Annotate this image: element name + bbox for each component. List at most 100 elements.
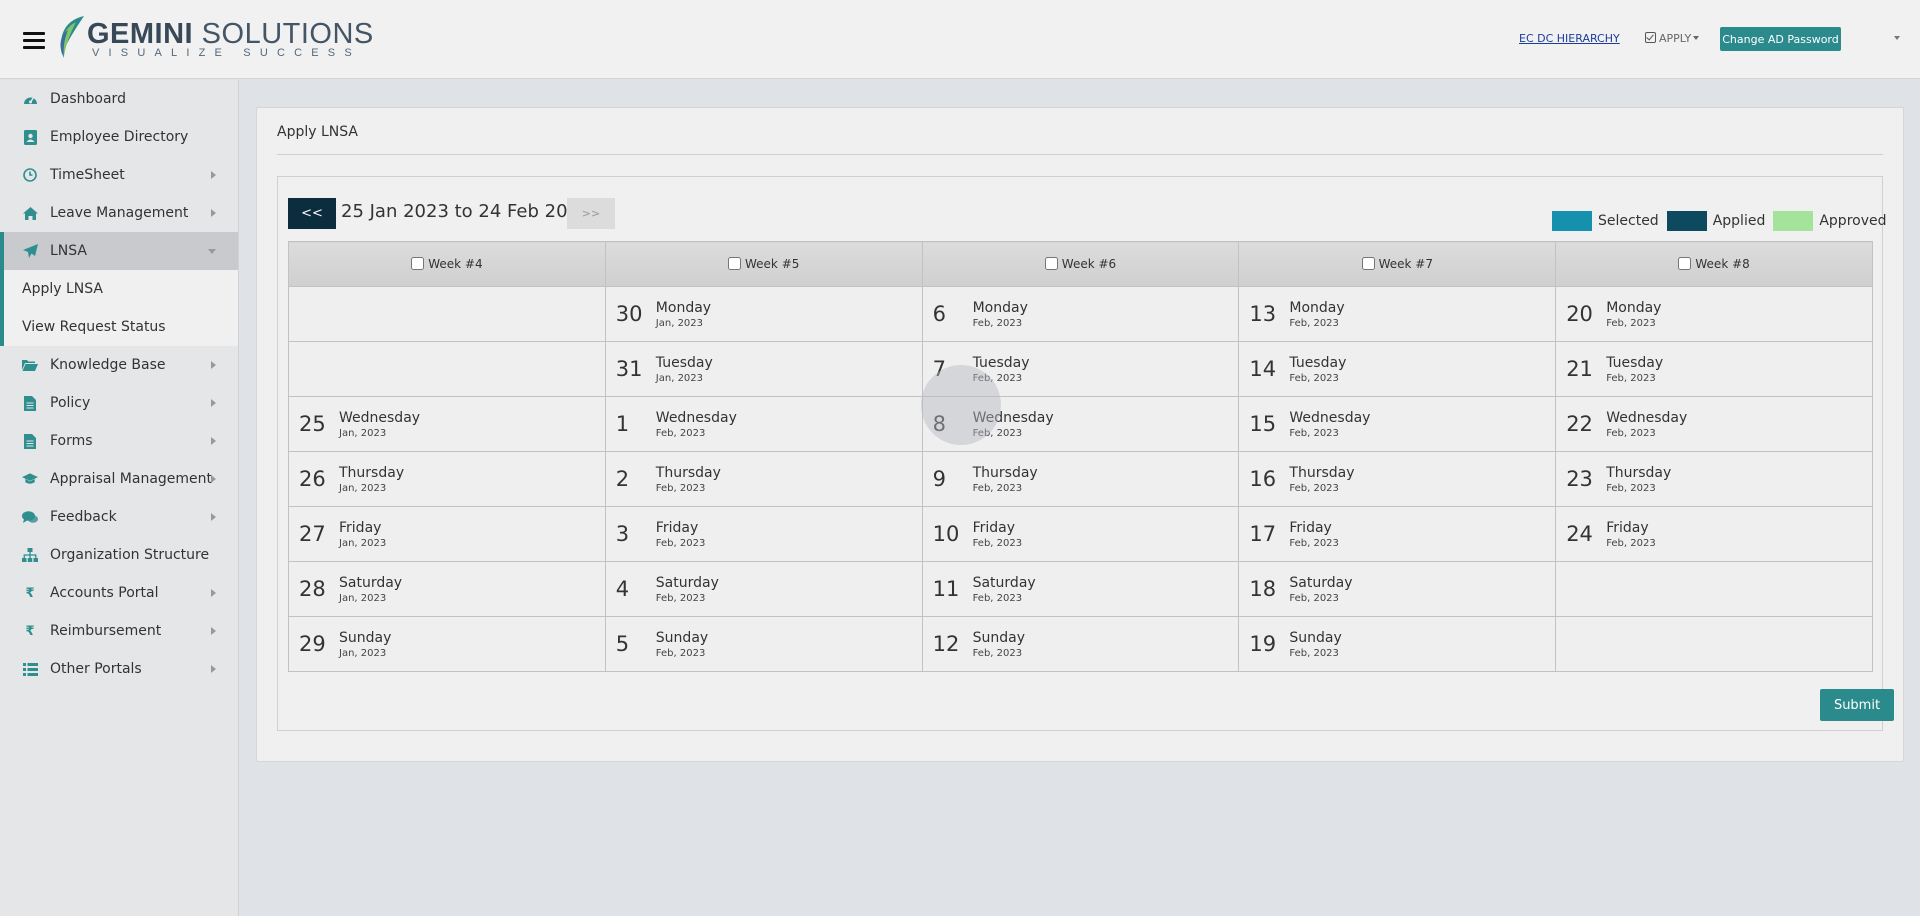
next-period-button[interactable]: >> xyxy=(567,198,615,229)
day-cell[interactable]: 14 Tuesday Feb, 2023 xyxy=(1238,341,1557,397)
date-range: 25 Jan 2023 to 24 Feb 2023 xyxy=(341,201,591,222)
day-cell[interactable]: 19 Sunday Feb, 2023 xyxy=(1238,616,1557,672)
day-number: 31 xyxy=(615,357,643,381)
day-cell[interactable]: 25 Wednesday Jan, 2023 xyxy=(288,396,606,452)
month-year: Feb, 2023 xyxy=(1606,317,1656,329)
apply-dropdown[interactable]: APPLY xyxy=(1645,31,1700,45)
sidebar-item-reimbursement[interactable]: ₹ Reimbursement xyxy=(0,612,238,650)
sidebar-item-policy[interactable]: Policy xyxy=(0,384,238,422)
day-cell[interactable]: 26 Thursday Jan, 2023 xyxy=(288,451,606,507)
hamburger-menu-icon[interactable] xyxy=(23,32,45,50)
day-cell[interactable]: 30 Monday Jan, 2023 xyxy=(604,286,923,342)
day-cell[interactable]: 9 Thursday Feb, 2023 xyxy=(921,451,1240,507)
day-cell-content: 1 Wednesday Feb, 2023 xyxy=(606,410,922,439)
sidebar-item-accounts-portal[interactable]: ₹ Accounts Portal xyxy=(0,574,238,612)
day-cell[interactable]: 16 Thursday Feb, 2023 xyxy=(1238,451,1557,507)
day-cell[interactable]: 23 Thursday Feb, 2023 xyxy=(1555,451,1873,507)
day-cell[interactable]: 11 Saturday Feb, 2023 xyxy=(921,561,1240,617)
week-select-checkbox[interactable] xyxy=(1361,257,1375,270)
calendar-row: 31 Tuesday Jan, 2023 7 Tuesday Feb, 2023 14 Tue… xyxy=(288,341,1873,397)
month-year: Feb, 2023 xyxy=(972,647,1023,659)
empty-cell xyxy=(1555,561,1873,617)
day-cell-content: 31 Tuesday Jan, 2023 xyxy=(606,355,922,384)
weekday-name: Wednesday xyxy=(1606,409,1688,426)
month-year: Feb, 2023 xyxy=(972,317,1023,329)
weekday-name: Friday xyxy=(1289,519,1332,536)
day-cell[interactable]: 29 Sunday Jan, 2023 xyxy=(288,616,606,672)
sidebar-item-other-portals[interactable]: Other Portals xyxy=(0,650,238,688)
sidebar-item-feedback[interactable]: Feedback xyxy=(0,498,238,536)
day-cell[interactable]: 28 Saturday Jan, 2023 xyxy=(288,561,606,617)
day-cell[interactable]: 20 Monday Feb, 2023 xyxy=(1555,286,1873,342)
day-cell[interactable]: 24 Friday Feb, 2023 xyxy=(1555,506,1873,562)
sidebar-subitem-apply-lnsa[interactable]: Apply LNSA xyxy=(0,270,238,308)
day-cell-content: 10 Friday Feb, 2023 xyxy=(923,520,1239,549)
month-year: Feb, 2023 xyxy=(972,482,1023,494)
day-cell-content: 6 Monday Feb, 2023 xyxy=(923,300,1239,329)
day-cell[interactable]: 4 Saturday Feb, 2023 xyxy=(604,561,923,617)
day-cell[interactable]: 22 Wednesday Feb, 2023 xyxy=(1555,396,1873,452)
top-bar: GEMINI SOLUTIONS VISUALIZE SUCCESS EC DC… xyxy=(0,0,1920,79)
month-year: Feb, 2023 xyxy=(655,647,706,659)
day-cell[interactable]: 10 Friday Feb, 2023 xyxy=(921,506,1240,562)
sidebar-item-knowledge-base[interactable]: Knowledge Base xyxy=(0,346,238,384)
day-cell-content: 18 Saturday Feb, 2023 xyxy=(1239,575,1555,604)
day-number: 22 xyxy=(1566,412,1593,436)
day-cell[interactable]: 15 Wednesday Feb, 2023 xyxy=(1238,396,1557,452)
week-select-checkbox[interactable] xyxy=(728,257,741,270)
change-ad-password-button[interactable]: Change AD Password xyxy=(1720,27,1841,51)
day-cell[interactable]: 5 Sunday Feb, 2023 xyxy=(604,616,923,672)
day-number: 25 xyxy=(299,412,326,436)
week-select-checkbox[interactable] xyxy=(1044,257,1058,270)
gemini-logo[interactable]: GEMINI SOLUTIONS VISUALIZE SUCCESS xyxy=(54,14,380,60)
leaf-logo-icon xyxy=(60,16,84,58)
day-cell[interactable]: 1 Wednesday Feb, 2023 xyxy=(604,396,923,452)
day-cell-content: 9 Thursday Feb, 2023 xyxy=(923,465,1239,494)
day-info: Saturday Feb, 2023 xyxy=(973,575,1036,604)
submit-button[interactable]: Submit xyxy=(1820,689,1894,721)
day-cell[interactable]: 31 Tuesday Jan, 2023 xyxy=(604,341,923,397)
month-year: Feb, 2023 xyxy=(1289,537,1339,549)
rupee-icon: ₹ xyxy=(25,623,35,639)
day-cell[interactable]: 2 Thursday Feb, 2023 xyxy=(604,451,923,507)
weekday-name: Monday xyxy=(1606,299,1662,316)
day-info: Monday Feb, 2023 xyxy=(1289,300,1344,329)
sidebar-item-timesheet[interactable]: TimeSheet xyxy=(0,156,238,194)
day-cell-content: 21 Tuesday Feb, 2023 xyxy=(1556,355,1872,384)
week-header: Week #5 xyxy=(604,241,923,287)
day-cell[interactable]: 21 Tuesday Feb, 2023 xyxy=(1555,341,1873,397)
day-cell[interactable]: 12 Sunday Feb, 2023 xyxy=(921,616,1240,672)
sidebar-item-appraisal-management[interactable]: Appraisal Management xyxy=(0,460,238,498)
prev-period-button[interactable]: << xyxy=(288,198,336,229)
day-cell-content: 22 Wednesday Feb, 2023 xyxy=(1556,410,1872,439)
day-number: 12 xyxy=(932,632,960,656)
day-cell[interactable]: 6 Monday Feb, 2023 xyxy=(921,286,1240,342)
day-cell[interactable]: 3 Friday Feb, 2023 xyxy=(604,506,923,562)
day-cell[interactable]: 27 Friday Jan, 2023 xyxy=(288,506,606,562)
sidebar-item-leave-management[interactable]: Leave Management xyxy=(0,194,238,232)
day-cell[interactable]: 17 Friday Feb, 2023 xyxy=(1238,506,1557,562)
sidebar-item-lnsa[interactable]: LNSA xyxy=(0,232,238,270)
legend-approved-swatch xyxy=(1773,211,1814,231)
calendar-panel: << 25 Jan 2023 to 24 Feb 2023 >> Selecte… xyxy=(277,176,1894,731)
day-cell[interactable]: 13 Monday Feb, 2023 xyxy=(1238,286,1557,342)
day-cell[interactable]: 18 Saturday Feb, 2023 xyxy=(1238,561,1557,617)
day-number: 16 xyxy=(1249,467,1277,491)
week-select-checkbox[interactable] xyxy=(411,257,425,270)
sidebar-subitem-view-request-status[interactable]: View Request Status xyxy=(0,308,238,346)
day-cell-content: 3 Friday Feb, 2023 xyxy=(606,520,922,549)
day-info: Saturday Feb, 2023 xyxy=(656,575,719,604)
day-cell-content: 30 Monday Jan, 2023 xyxy=(606,300,922,329)
user-menu-caret-icon[interactable] xyxy=(1894,36,1900,40)
sidebar-item-employee-directory[interactable]: Employee Directory xyxy=(0,118,238,156)
sidebar-item-organization-structure[interactable]: Organization Structure xyxy=(0,536,238,574)
caret-down-icon xyxy=(1693,36,1700,40)
chevron-right-icon xyxy=(211,399,216,407)
ec-dc-hierarchy-link[interactable]: EC DC HIERARCHY xyxy=(1519,32,1620,45)
day-info: Tuesday Feb, 2023 xyxy=(1289,355,1346,384)
week-select-checkbox[interactable] xyxy=(1678,257,1692,270)
sidebar-item-dashboard[interactable]: Dashboard xyxy=(0,80,238,118)
day-number: 13 xyxy=(1249,302,1277,326)
day-info: Thursday Feb, 2023 xyxy=(1606,465,1671,494)
sidebar-item-forms[interactable]: Forms xyxy=(0,422,238,460)
